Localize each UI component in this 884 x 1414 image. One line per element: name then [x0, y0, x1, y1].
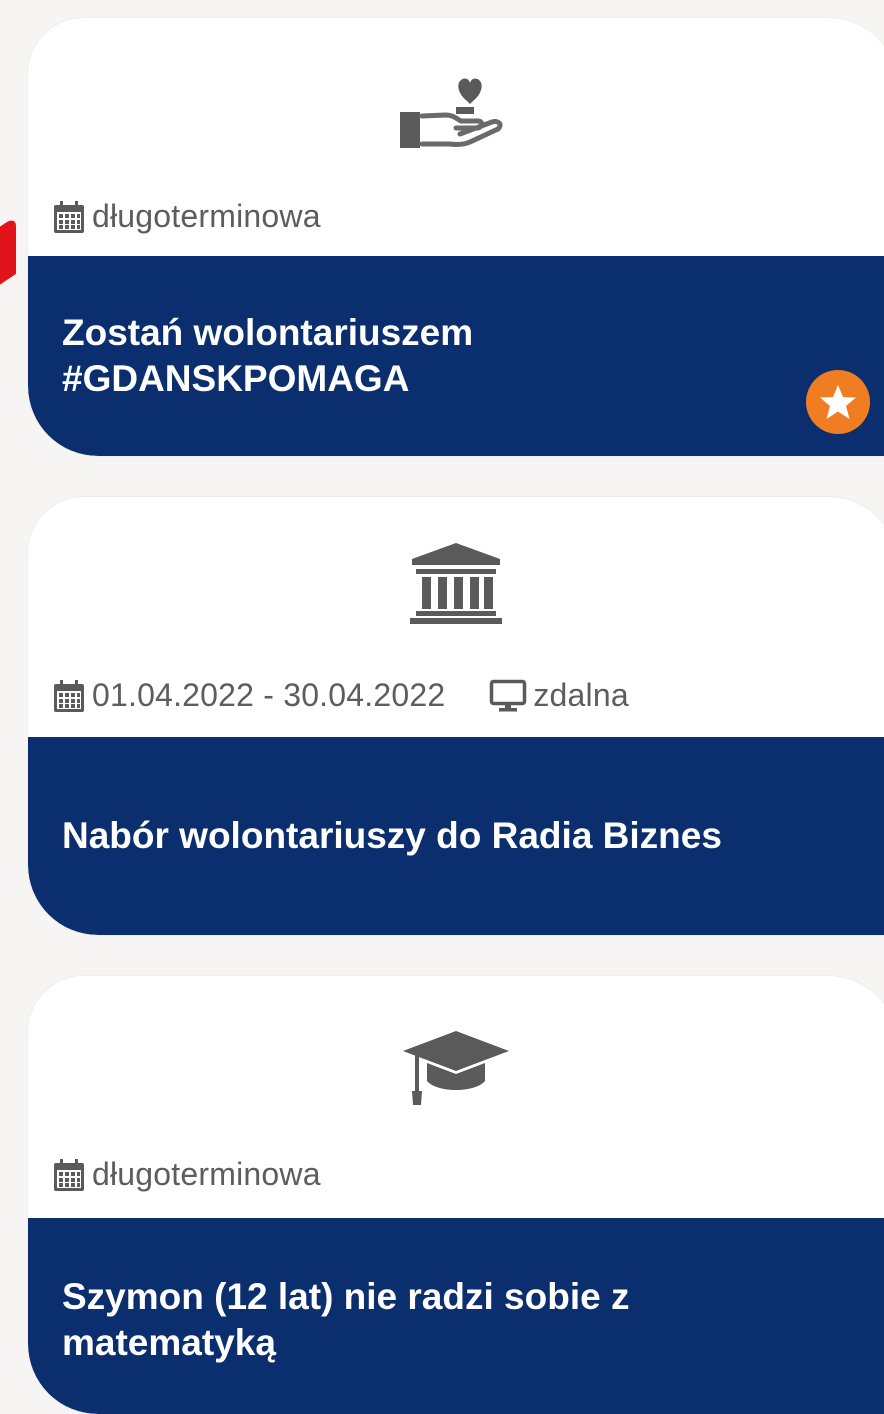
offer-card[interactable]: 01.04.2022 - 30.04.2022 zdalna Nabór wol… [28, 497, 884, 935]
calendar-icon [52, 200, 86, 234]
card-title[interactable]: Zostań wolontariuszem #GDANSKPOMAGA [62, 310, 788, 402]
duration-meta: długoterminowa [52, 1156, 321, 1193]
card-title-band[interactable]: Zostań wolontariuszem #GDANSKPOMAGA [28, 256, 884, 456]
card-title[interactable]: Nabór wolontariuszy do Radia Biznes [62, 813, 788, 859]
duration-meta: długoterminowa [52, 198, 321, 235]
decorative-red-marker [0, 215, 16, 295]
card-meta: 01.04.2022 - 30.04.2022 zdalna [52, 677, 629, 714]
card-meta: długoterminowa [52, 198, 321, 235]
duration-label: długoterminowa [92, 1156, 321, 1192]
card-title-band[interactable]: Szymon (12 lat) nie radzi sobie z matema… [28, 1218, 884, 1414]
card-meta: długoterminowa [52, 1156, 321, 1193]
card-title-line: Szymon (12 lat) nie radzi sobie z [62, 1276, 630, 1317]
date-range-meta: 01.04.2022 - 30.04.2022 [52, 677, 445, 714]
card-title-line: Nabór wolontariuszy do Radia Biznes [62, 815, 722, 856]
card-title[interactable]: Szymon (12 lat) nie radzi sobie z matema… [62, 1274, 788, 1366]
card-title-line: matematyką [62, 1322, 276, 1363]
monitor-icon [489, 679, 527, 713]
mode-label: zdalna [533, 677, 629, 713]
institution-icon [28, 537, 884, 627]
date-range-label: 01.04.2022 - 30.04.2022 [92, 677, 446, 713]
calendar-icon [52, 679, 86, 713]
card-title-line: Zostań wolontariuszem [62, 312, 474, 353]
favorite-badge[interactable] [806, 370, 870, 434]
offer-card[interactable]: długoterminowa Zostań wolontariuszem #GD… [28, 18, 884, 456]
duration-label: długoterminowa [92, 198, 321, 234]
offer-card[interactable]: długoterminowa Szymon (12 lat) nie radzi… [28, 976, 884, 1414]
calendar-icon [52, 1158, 86, 1192]
card-title-line: #GDANSKPOMAGA [62, 358, 410, 399]
mode-meta: zdalna [489, 677, 629, 714]
star-icon [820, 385, 856, 419]
graduation-cap-icon [28, 1020, 884, 1110]
card-title-band[interactable]: Nabór wolontariuszy do Radia Biznes [28, 737, 884, 935]
hand-heart-icon [28, 64, 884, 164]
